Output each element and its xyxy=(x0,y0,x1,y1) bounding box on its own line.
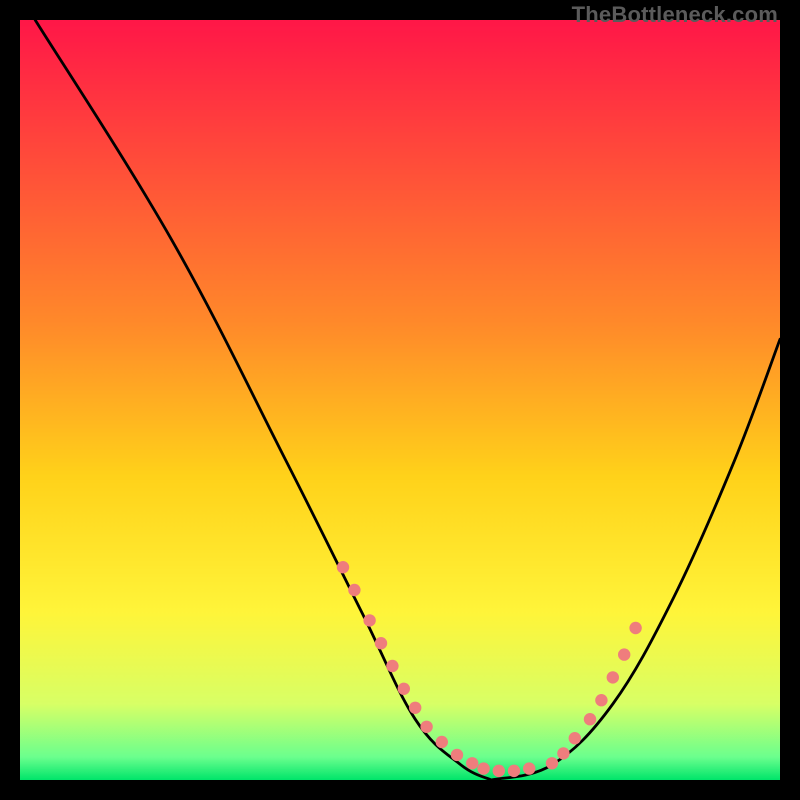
highlight-dot xyxy=(629,622,641,634)
highlight-dot xyxy=(557,747,569,759)
highlight-dot xyxy=(420,721,432,733)
highlight-dot xyxy=(398,683,410,695)
highlight-dot xyxy=(546,757,558,769)
highlight-dot xyxy=(337,561,349,573)
highlight-dot xyxy=(595,694,607,706)
curve-left-branch xyxy=(35,20,491,780)
highlight-dot xyxy=(466,757,478,769)
highlight-dot xyxy=(436,736,448,748)
highlight-dot xyxy=(584,713,596,725)
highlight-dot xyxy=(618,648,630,660)
highlight-dot xyxy=(569,732,581,744)
highlight-dot xyxy=(363,614,375,626)
watermark-text: TheBottleneck.com xyxy=(572,2,778,28)
highlight-dot xyxy=(409,702,421,714)
highlight-right-dots xyxy=(546,622,642,770)
plot-frame xyxy=(20,20,780,780)
highlight-dot xyxy=(508,765,520,777)
highlight-dot xyxy=(493,765,505,777)
curve-right-branch xyxy=(491,339,780,780)
highlight-dot xyxy=(386,660,398,672)
highlight-dot xyxy=(451,749,463,761)
highlight-dot xyxy=(348,584,360,596)
highlight-dot xyxy=(607,671,619,683)
highlight-dot xyxy=(375,637,387,649)
highlight-dot xyxy=(523,762,535,774)
highlight-dot xyxy=(477,762,489,774)
chart-svg xyxy=(20,20,780,780)
